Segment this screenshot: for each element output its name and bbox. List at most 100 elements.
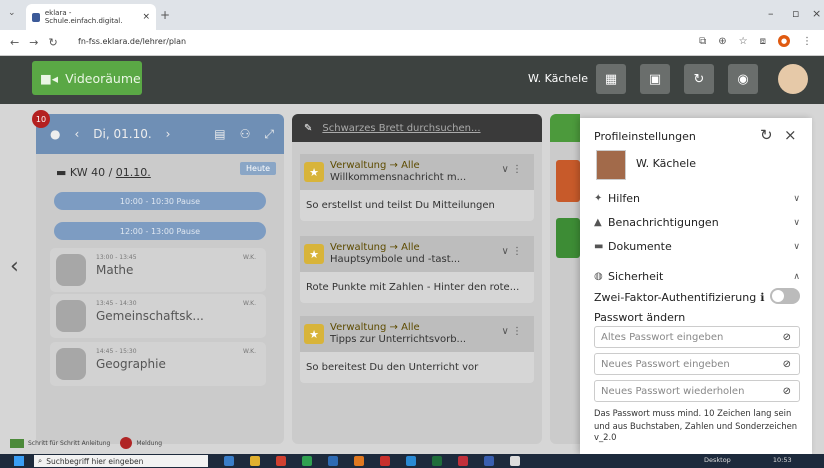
board-card[interactable]: ★ Verwaltung → Alle Tipps zur Unterricht… bbox=[300, 316, 534, 383]
taskbar-app-icon[interactable] bbox=[380, 456, 390, 466]
eye-slash-icon[interactable]: ⊘ bbox=[783, 359, 791, 370]
forward-icon[interactable]: → bbox=[29, 36, 38, 49]
taskbar-search[interactable]: ⌕ Suchbegriff hier eingeben bbox=[34, 455, 208, 467]
green-card[interactable] bbox=[556, 218, 580, 258]
prev-day-icon[interactable]: ‹ bbox=[74, 127, 79, 141]
card-menu-icon[interactable]: ∨ ⋮ bbox=[502, 326, 523, 337]
board-search-input[interactable]: Schwarzes Brett durchsuchen... bbox=[322, 123, 480, 134]
panel-refresh-icon[interactable]: ↻ bbox=[760, 126, 773, 144]
info-icon[interactable]: ℹ bbox=[760, 291, 764, 304]
bookmark-star-icon[interactable]: ☆ bbox=[739, 36, 748, 47]
previous-arrow-icon[interactable]: ‹ bbox=[10, 254, 19, 279]
lesson-card[interactable]: 14:45 - 15:30 Geographie W.K. bbox=[50, 342, 266, 386]
refresh-button[interactable]: ↻ bbox=[684, 64, 714, 94]
lesson-card[interactable]: 13:45 - 14:30 Gemeinschaftsk... W.K. bbox=[50, 294, 266, 338]
browser-tab[interactable]: eklara - Schule.einfach.digital. × bbox=[26, 4, 156, 30]
minimize-icon[interactable]: – bbox=[768, 7, 774, 20]
desktop-label[interactable]: Desktop bbox=[704, 456, 731, 464]
new-tab-button[interactable]: + bbox=[160, 8, 170, 22]
back-icon[interactable]: ← bbox=[10, 36, 19, 49]
taskbar-app-icon[interactable] bbox=[458, 456, 468, 466]
lesson-teacher: W.K. bbox=[243, 300, 256, 307]
guide-icon[interactable] bbox=[10, 438, 24, 448]
extensions-icon[interactable]: ⧈ bbox=[760, 36, 766, 47]
calculator-icon[interactable]: ▤ bbox=[214, 127, 225, 141]
board-header: ✎ Schwarzes Brett durchsuchen... bbox=[292, 114, 542, 142]
version-label: v_2.0 bbox=[594, 432, 617, 442]
extension-badge-icon[interactable]: ● bbox=[778, 35, 790, 47]
orange-card[interactable] bbox=[556, 160, 580, 202]
taskbar-app-icon[interactable] bbox=[224, 456, 234, 466]
two-factor-toggle[interactable] bbox=[770, 288, 800, 304]
tab-close-button[interactable]: × bbox=[142, 12, 150, 22]
report-link[interactable]: Meldung bbox=[136, 440, 162, 447]
visibility-button[interactable]: ◉ bbox=[728, 64, 758, 94]
tab-search-icon[interactable]: ⌄ bbox=[8, 8, 16, 18]
today-button[interactable]: Heute bbox=[240, 162, 277, 175]
taskbar-app-icon[interactable] bbox=[276, 456, 286, 466]
kw-date-link[interactable]: 01.10. bbox=[116, 166, 151, 179]
group-icon[interactable]: ⚇ bbox=[240, 127, 251, 141]
save-icon: ▣ bbox=[648, 71, 662, 87]
lesson-card[interactable]: 13:00 - 13:45 Mathe W.K. bbox=[50, 248, 266, 292]
panel-title: Profileinstellungen bbox=[594, 130, 696, 143]
board-card[interactable]: ★ Verwaltung → Alle Willkommensnachricht… bbox=[300, 154, 534, 221]
report-icon[interactable] bbox=[120, 437, 133, 449]
info-icon[interactable]: ● bbox=[50, 127, 60, 141]
section-benachrichtigungen[interactable]: ▲ Benachrichtigungen ∨ bbox=[594, 216, 800, 229]
section-hilfen[interactable]: ✦ Hilfen ∨ bbox=[594, 192, 800, 205]
next-day-icon[interactable]: › bbox=[166, 127, 171, 141]
lesson-time: 13:45 - 14:30 bbox=[96, 300, 137, 307]
panel-close-icon[interactable]: × bbox=[784, 126, 797, 144]
eye-slash-icon[interactable]: ⊘ bbox=[783, 332, 791, 343]
card-body: Rote Punkte mit Zahlen - Hinter den rote… bbox=[306, 282, 520, 293]
expand-icon[interactable]: ⤢ bbox=[264, 127, 274, 142]
clock[interactable]: 10:53 bbox=[773, 456, 792, 464]
card-header: ★ Verwaltung → Alle Willkommensnachricht… bbox=[300, 154, 534, 190]
eye-icon: ◉ bbox=[737, 71, 749, 87]
windows-start-icon[interactable] bbox=[14, 456, 24, 466]
taskbar-app-icon[interactable] bbox=[302, 456, 312, 466]
window-close-icon[interactable]: × bbox=[812, 7, 821, 20]
repeat-password-field[interactable]: Neues Passwort wiederholen ⊘ bbox=[594, 380, 800, 402]
new-password-field[interactable]: Neues Passwort eingeben ⊘ bbox=[594, 353, 800, 375]
lesson-avatar bbox=[56, 254, 86, 286]
notification-badge[interactable]: 10 bbox=[32, 110, 50, 128]
card-menu-icon[interactable]: ∨ ⋮ bbox=[502, 246, 523, 257]
taskbar-app-icon[interactable] bbox=[510, 456, 520, 466]
search-icon: ⌕ bbox=[38, 456, 43, 465]
browser-tab-bar: ⌄ eklara - Schule.einfach.digital. × + –… bbox=[0, 0, 824, 30]
maximize-icon[interactable]: ▫ bbox=[792, 7, 799, 20]
browser-menu-icon[interactable]: ⋮ bbox=[802, 36, 812, 47]
third-column-header bbox=[550, 114, 580, 142]
guide-link[interactable]: Schritt für Schritt Anleitung bbox=[28, 440, 110, 447]
section-dokumente[interactable]: ▬ Dokumente ∨ bbox=[594, 240, 800, 253]
taskbar-app-icon[interactable] bbox=[250, 456, 260, 466]
taskbar-app-icon[interactable] bbox=[406, 456, 416, 466]
card-header: ★ Verwaltung → Alle Hauptsymbole und -ta… bbox=[300, 236, 534, 272]
profile-avatar-button[interactable] bbox=[778, 64, 808, 94]
board-card[interactable]: ★ Verwaltung → Alle Hauptsymbole und -ta… bbox=[300, 236, 534, 303]
calendar-button[interactable]: ▦ bbox=[596, 64, 626, 94]
save-button[interactable]: ▣ bbox=[640, 64, 670, 94]
taskbar-app-icon[interactable] bbox=[328, 456, 338, 466]
refresh-icon: ↻ bbox=[693, 71, 705, 87]
old-password-field[interactable]: Altes Passwort eingeben ⊘ bbox=[594, 326, 800, 348]
star-icon: ★ bbox=[304, 162, 324, 182]
star-icon: ★ bbox=[304, 324, 324, 344]
card-title: Verwaltung → Alle Hauptsymbole und -tast… bbox=[330, 242, 460, 266]
eye-slash-icon[interactable]: ⊘ bbox=[783, 386, 791, 397]
reload-icon[interactable]: ↻ bbox=[48, 36, 57, 49]
url-field[interactable]: fn-fss.eklara.de/lehrer/plan bbox=[78, 37, 186, 46]
header-user-name: W. Kächele bbox=[528, 72, 588, 85]
install-app-icon[interactable]: ⧉ bbox=[699, 36, 706, 47]
lesson-avatar bbox=[56, 300, 86, 332]
taskbar-app-icon[interactable] bbox=[354, 456, 364, 466]
section-sicherheit[interactable]: ◍ Sicherheit ∧ bbox=[594, 270, 800, 283]
card-menu-icon[interactable]: ∨ ⋮ bbox=[502, 164, 523, 175]
video-rooms-button[interactable]: ■◂ Videoräume bbox=[32, 61, 142, 95]
taskbar-app-icon[interactable] bbox=[432, 456, 442, 466]
taskbar-app-icon[interactable] bbox=[484, 456, 494, 466]
zoom-icon[interactable]: ⊕ bbox=[718, 36, 726, 47]
card-title-text: Tipps zur Unterrichtsvorb... bbox=[330, 334, 467, 345]
